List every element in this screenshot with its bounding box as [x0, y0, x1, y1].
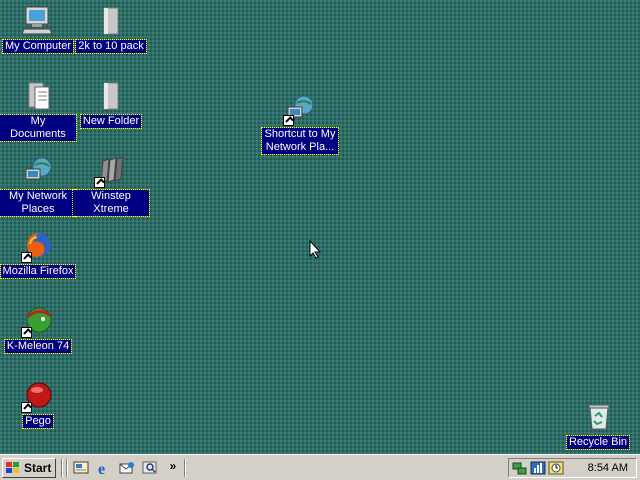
icon-label: Recycle Bin	[565, 435, 631, 450]
winstep-icon	[94, 154, 128, 188]
taskbar-clock[interactable]: 8:54 AM	[588, 462, 628, 474]
taskbar: Start e » 8:54 AM	[0, 454, 640, 480]
folder-icon	[94, 4, 128, 38]
search-icon[interactable]	[142, 460, 158, 476]
icon-label: Winstep Xtreme	[72, 189, 150, 217]
shortcut-arrow-icon	[21, 402, 32, 413]
documents-icon	[21, 79, 55, 113]
icon-label: 2k to 10 pack	[75, 39, 147, 54]
taskbar-separator	[61, 459, 63, 477]
kmeleon-icon	[21, 304, 55, 338]
network-places-icon	[21, 154, 55, 188]
desktop-icon-my-computer[interactable]: My Computer	[0, 4, 76, 54]
icon-label: My Network Places	[0, 189, 77, 217]
icon-label: K-Meleon 74	[3, 339, 73, 354]
start-button[interactable]: Start	[2, 458, 56, 478]
desktop-icon-k-meleon-74[interactable]: K-Meleon 74	[0, 304, 76, 354]
shortcut-arrow-icon	[94, 177, 105, 188]
shortcut-arrow-icon	[283, 115, 294, 126]
system-tray: 8:54 AM	[508, 458, 637, 478]
desktop-icon-new-folder[interactable]: New Folder	[73, 79, 149, 129]
start-label: Start	[24, 461, 52, 475]
internet-explorer-icon[interactable]: e	[96, 460, 112, 476]
show-desktop-icon[interactable]	[73, 460, 89, 476]
desktop-icon-winstep-xtreme[interactable]: Winstep Xtreme	[72, 154, 150, 217]
network-tray-icon[interactable]	[512, 460, 528, 476]
network-places-icon	[283, 92, 317, 126]
pego-icon	[21, 379, 55, 413]
desktop-icon-my-documents[interactable]: My Documents	[0, 79, 77, 142]
task-scheduler-tray-icon[interactable]	[548, 460, 564, 476]
desktop[interactable]: My Computer 2k to 10 pack My Documents N…	[0, 0, 640, 454]
desktop-icon-2k-to-10-pack[interactable]: 2k to 10 pack	[73, 4, 149, 54]
recycle-bin-icon	[581, 400, 615, 434]
icon-label: Mozilla Firefox	[0, 264, 77, 279]
firefox-icon	[21, 229, 55, 263]
quick-launch-overflow-button[interactable]: »	[165, 458, 181, 474]
shortcut-arrow-icon	[21, 327, 32, 338]
desktop-icon-my-network-places[interactable]: My Network Places	[0, 154, 77, 217]
desktop-icon-recycle-bin[interactable]: Recycle Bin	[560, 400, 636, 450]
desktop-icon-shortcut-network-places[interactable]: Shortcut to My Network Pla...	[261, 92, 339, 155]
outlook-express-icon[interactable]	[119, 460, 135, 476]
shortcut-arrow-icon	[21, 252, 32, 263]
taskbar-separator	[184, 459, 186, 477]
volume-tray-icon[interactable]	[530, 460, 546, 476]
windows-logo-icon	[6, 461, 21, 475]
icon-label: Shortcut to My Network Pla...	[261, 127, 339, 155]
icon-label: Pego	[22, 414, 54, 429]
svg-text:e: e	[98, 461, 105, 476]
computer-icon	[21, 4, 55, 38]
desktop-icon-mozilla-firefox[interactable]: Mozilla Firefox	[0, 229, 77, 279]
icon-label: My Documents	[0, 114, 77, 142]
icon-label: My Computer	[1, 39, 75, 54]
desktop-icon-pego[interactable]: Pego	[0, 379, 76, 429]
icon-label: New Folder	[79, 114, 143, 129]
folder-icon	[94, 79, 128, 113]
mouse-cursor-icon	[309, 239, 322, 262]
quick-launch-grip[interactable]	[66, 459, 68, 477]
